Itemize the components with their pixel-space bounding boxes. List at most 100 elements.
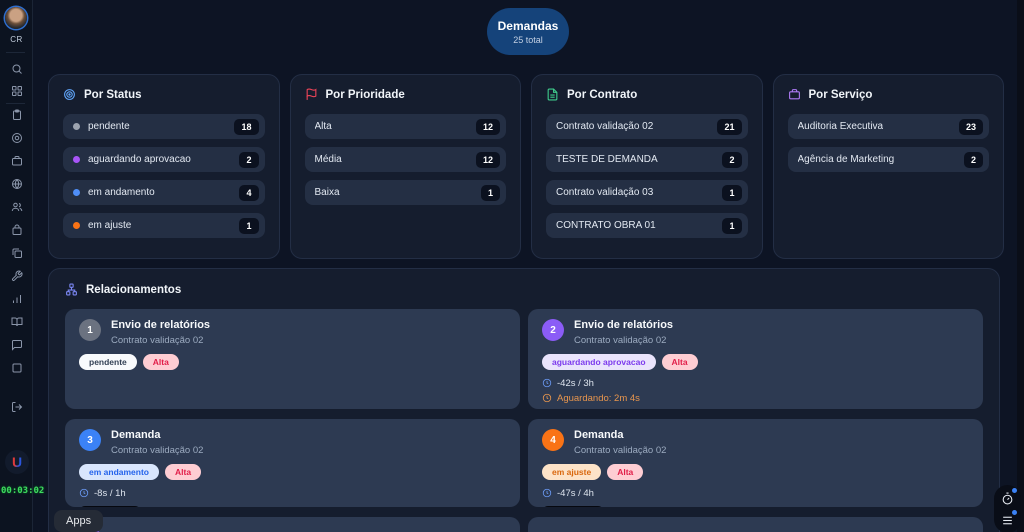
divider xyxy=(6,103,25,104)
contract-row[interactable]: TESTE DE DEMANDA 2 xyxy=(546,147,748,172)
square-icon[interactable] xyxy=(0,362,33,374)
demand-title: Demanda xyxy=(111,429,161,441)
relationships-panel: Relacionamentos 1 Envio de relatórios Co… xyxy=(48,268,1000,532)
clock-icon xyxy=(542,489,552,498)
status-row-pendente[interactable]: pendente 18 xyxy=(63,114,265,139)
count-badge: 1 xyxy=(722,184,742,201)
logo-letter: U xyxy=(11,454,23,470)
pause-button[interactable]: Pausa xyxy=(79,505,141,507)
card-title: Por Serviço xyxy=(808,88,873,101)
priority-badge: Alta xyxy=(142,353,179,370)
count-badge: 2 xyxy=(722,151,742,168)
sidebar-nav xyxy=(0,109,33,374)
book-icon[interactable] xyxy=(0,316,33,328)
page-title: Demandas xyxy=(497,18,559,33)
priority-badge: Alta xyxy=(661,353,698,370)
service-row[interactable]: Auditoria Executiva 23 xyxy=(787,114,989,139)
card-title: Por Contrato xyxy=(567,88,638,101)
time-spent: -8s / 1h xyxy=(94,487,126,499)
divider xyxy=(6,52,25,53)
status-row-ajuste[interactable]: em ajuste 1 xyxy=(63,213,265,238)
stopwatch-icon[interactable] xyxy=(999,488,1017,506)
list-icon[interactable] xyxy=(999,510,1017,528)
count-badge: 1 xyxy=(239,217,259,234)
globe-icon[interactable] xyxy=(0,178,33,190)
floating-actions xyxy=(994,485,1021,532)
priority-row-media[interactable]: Média 12 xyxy=(304,147,506,172)
priority-badge: Alta xyxy=(165,463,202,480)
demand-contract: Contrato validação 02 xyxy=(574,334,667,346)
search-icon[interactable] xyxy=(0,60,33,78)
copy-icon[interactable] xyxy=(0,247,33,259)
count-badge: 1 xyxy=(480,184,500,201)
sidebar: CR U xyxy=(0,0,33,532)
section-title: Relacionamentos xyxy=(86,283,182,296)
card-por-contrato: Por Contrato Contrato validação 02 21 TE… xyxy=(531,74,763,259)
relationship-card-4[interactable]: 4 Demanda Contrato validação 02 em ajust… xyxy=(528,419,983,507)
notification-dot xyxy=(1012,488,1017,493)
contract-row[interactable]: Contrato validação 03 1 xyxy=(546,180,748,205)
total-count: 25 total xyxy=(513,34,543,45)
status-row-aguardando[interactable]: aguardando aprovacao 2 xyxy=(63,147,265,172)
apps-tooltip: Apps xyxy=(54,510,104,532)
count-badge: 1 xyxy=(722,217,742,234)
clock-icon xyxy=(79,489,89,498)
priority-row-alta[interactable]: Alta 12 xyxy=(304,114,506,139)
wrench-icon[interactable] xyxy=(0,270,33,282)
status-dot xyxy=(73,123,80,130)
scrollbar-track[interactable] xyxy=(1017,0,1024,532)
card-number: 1 xyxy=(79,319,101,341)
users-icon[interactable] xyxy=(0,201,33,213)
time-spent: -42s / 3h xyxy=(557,377,594,389)
card-number: 3 xyxy=(79,429,101,451)
card-por-servico: Por Serviço Auditoria Executiva 23 Agênc… xyxy=(772,74,1004,259)
demand-contract: Contrato validação 02 xyxy=(111,444,204,456)
count-badge: 23 xyxy=(958,118,983,135)
status-dot xyxy=(73,222,80,229)
notification-dot xyxy=(1012,510,1017,515)
demand-title: Envio de relatórios xyxy=(574,319,674,331)
chart-icon[interactable] xyxy=(0,293,33,305)
card-number: 4 xyxy=(542,429,564,451)
relationship-card-2[interactable]: 2 Envio de relatórios Contrato validação… xyxy=(528,309,983,409)
demandas-header-badge: Demandas 25 total xyxy=(487,8,569,55)
status-badge: pendente xyxy=(79,353,137,370)
count-badge: 2 xyxy=(239,151,259,168)
disc-icon xyxy=(64,89,75,100)
bag-icon[interactable] xyxy=(0,224,33,236)
relationship-card-1[interactable]: 1 Envio de relatórios Contrato validação… xyxy=(65,309,520,409)
app-root: CR U 00:03:02 Demandas 25 total Por Stat… xyxy=(0,0,1024,532)
relationship-card-3[interactable]: 3 Demanda Contrato validação 02 em andam… xyxy=(65,419,520,507)
briefcase-icon[interactable] xyxy=(0,155,33,167)
relationship-card-5[interactable] xyxy=(65,517,520,532)
chat-icon[interactable] xyxy=(0,339,33,351)
clock-icon xyxy=(542,394,552,403)
card-number: 2 xyxy=(542,319,564,341)
waiting-time: Aguardando: 2m 4s xyxy=(557,392,640,404)
time-spent: -47s / 4h xyxy=(557,487,594,499)
disc-icon[interactable] xyxy=(0,132,33,144)
relationships-grid: 1 Envio de relatórios Contrato validação… xyxy=(65,309,983,532)
apps-grid-icon[interactable] xyxy=(0,82,33,100)
document-icon xyxy=(547,88,558,101)
relationship-card-6[interactable] xyxy=(528,517,983,532)
count-badge: 2 xyxy=(963,151,983,168)
org-chart-icon xyxy=(66,283,77,296)
logout-icon[interactable] xyxy=(0,398,33,416)
service-row[interactable]: Agência de Marketing 2 xyxy=(787,147,989,172)
contract-row[interactable]: Contrato validação 02 21 xyxy=(546,114,748,139)
clipboard-icon[interactable] xyxy=(0,109,33,121)
demand-contract: Contrato validação 02 xyxy=(111,334,204,346)
status-badge: em ajuste xyxy=(542,463,602,480)
flag-icon xyxy=(306,88,316,100)
briefcase-icon xyxy=(788,89,800,100)
priority-row-baixa[interactable]: Baixa 1 xyxy=(304,180,506,205)
pause-button[interactable]: Pausa xyxy=(542,505,604,507)
card-por-prioridade: Por Prioridade Alta 12 Média 12 Baixa 1 xyxy=(289,74,521,259)
priority-badge: Alta xyxy=(607,463,644,480)
status-row-andamento[interactable]: em andamento 4 xyxy=(63,180,265,205)
app-logo[interactable]: U xyxy=(5,450,29,474)
user-avatar[interactable] xyxy=(5,7,27,29)
contract-row[interactable]: CONTRATO OBRA 01 1 xyxy=(546,213,748,238)
count-badge: 21 xyxy=(717,118,742,135)
